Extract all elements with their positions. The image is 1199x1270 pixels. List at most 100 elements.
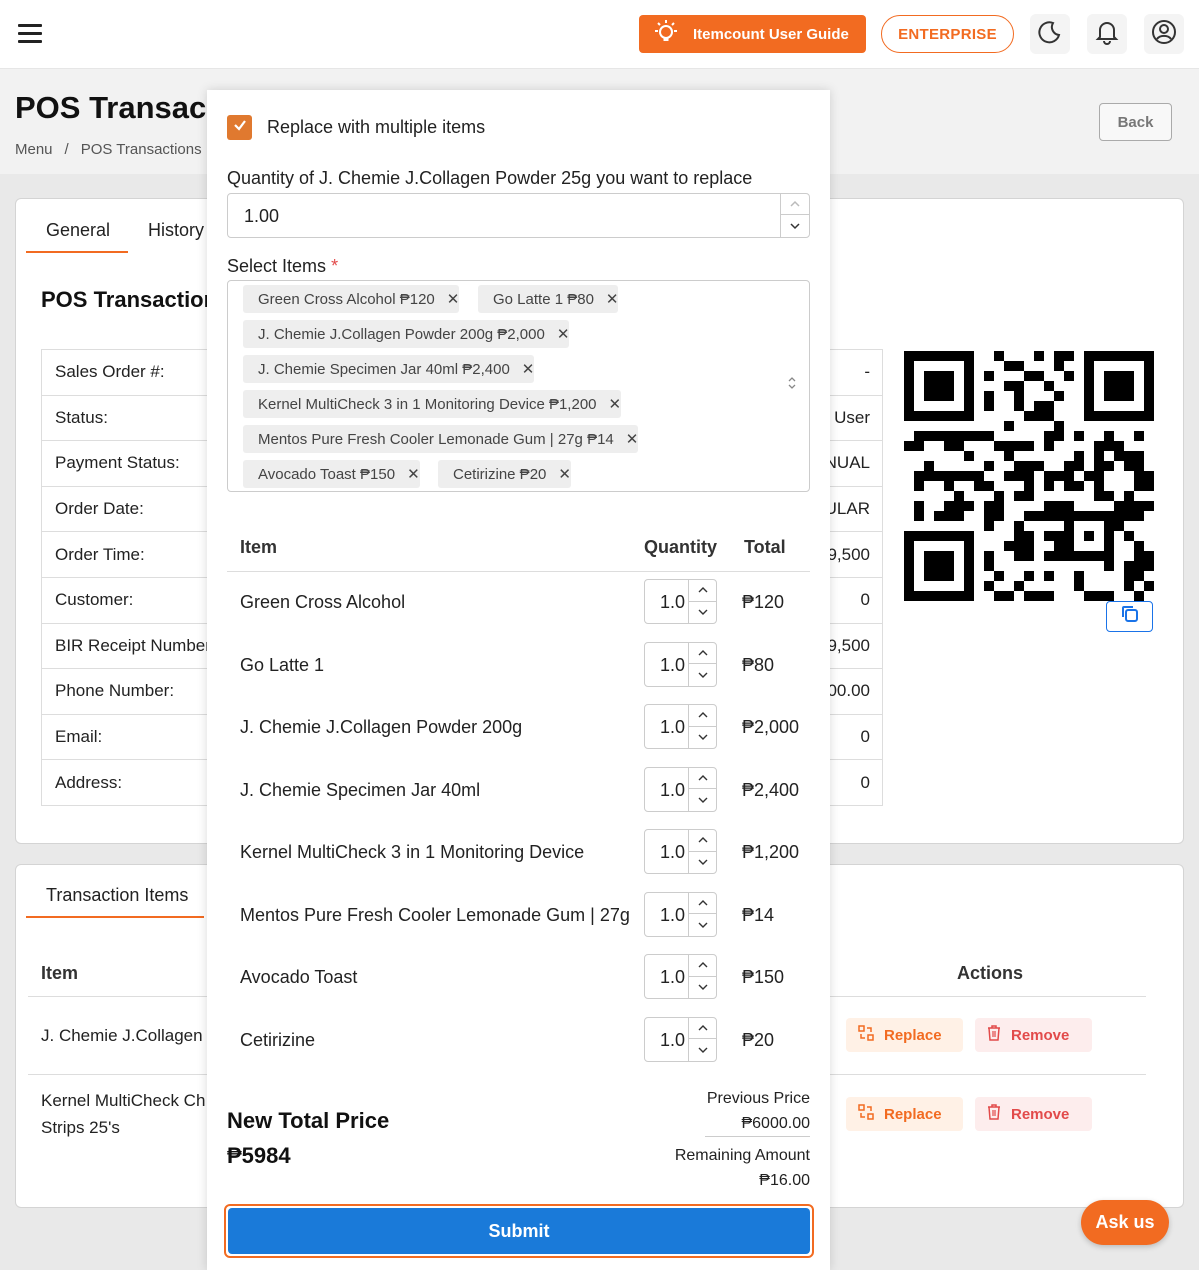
decrement-button[interactable] [689, 602, 716, 624]
trash-icon [987, 1025, 1001, 1045]
quantity-value: 1.0 [660, 967, 686, 987]
quantity-stepper[interactable]: 1.0 [644, 1016, 717, 1062]
remove-chip-icon[interactable]: ✕ [626, 430, 639, 448]
stepper-spinner [688, 892, 716, 936]
increment-button[interactable] [781, 194, 809, 215]
breadcrumb-menu[interactable]: Menu [15, 141, 53, 158]
menu-icon[interactable] [18, 24, 42, 44]
select-items-multiselect[interactable]: Green Cross Alcohol ₱120 ✕ Go Latte 1 ₱80… [227, 280, 810, 492]
bell-icon [1095, 19, 1119, 50]
stepper-spinner [688, 955, 716, 998]
trash-icon [987, 1104, 1001, 1124]
remaining-amount-value: ₱16.00 [759, 1172, 810, 1189]
increment-button[interactable] [689, 768, 716, 789]
ask-us-button[interactable]: Ask us [1081, 1200, 1169, 1245]
remove-chip-icon[interactable]: ✕ [407, 465, 420, 483]
item-total: ₱80 [742, 654, 775, 675]
page-title: POS Transac [15, 90, 207, 125]
replace-button[interactable]: Replace [846, 1097, 963, 1131]
quantity-input[interactable]: 1.00 [227, 193, 810, 238]
remove-button[interactable]: Remove [975, 1018, 1092, 1052]
increment-button[interactable] [689, 643, 716, 664]
remove-chip-icon[interactable]: ✕ [447, 290, 460, 308]
chip-label: Mentos Pure Fresh Cooler Lemonade Gum | … [258, 430, 614, 448]
quantity-stepper[interactable]: 1.0 [644, 766, 717, 812]
chip-label: J. Chemie Specimen Jar 40ml ₱2,400 [258, 360, 510, 378]
item-total: ₱120 [742, 592, 785, 612]
remove-chip-icon[interactable]: ✕ [606, 290, 619, 308]
quantity-stepper[interactable]: 1.0 [644, 704, 717, 749]
required-mark: * [331, 256, 339, 276]
quantity-value: 1.00 [244, 206, 280, 226]
previous-price-value: ₱6000.00 [741, 1115, 810, 1132]
info-label: Sales Order #: [42, 350, 208, 396]
dark-mode-toggle[interactable] [1030, 14, 1070, 54]
info-label: Phone Number: [42, 669, 208, 715]
breadcrumb-pos-transactions[interactable]: POS Transactions [81, 141, 202, 158]
quantity-spinner [780, 194, 809, 237]
back-button[interactable]: Back [1099, 103, 1172, 141]
tab-general[interactable]: General [46, 220, 110, 241]
copy-qr-button[interactable] [1106, 601, 1153, 632]
remove-chip-icon[interactable]: ✕ [558, 465, 571, 483]
remove-chip-icon[interactable]: ✕ [557, 325, 570, 343]
replace-button[interactable]: Replace [846, 1018, 963, 1052]
decrement-button[interactable] [781, 215, 809, 236]
quantity-value: 1.0 [660, 654, 686, 675]
multiple-items-label: Replace with multiple items [267, 117, 486, 137]
account-button[interactable] [1144, 14, 1184, 54]
multiple-items-checkbox[interactable] [227, 115, 252, 140]
decrement-button[interactable] [689, 1039, 716, 1061]
tab-active-indicator [26, 251, 128, 253]
remove-chip-icon[interactable]: ✕ [522, 360, 535, 378]
item-name: Green Cross Alcohol [240, 592, 406, 612]
card-title: POS Transaction [41, 287, 218, 312]
decrement-button[interactable] [689, 789, 716, 811]
quantity-stepper[interactable]: 1.0 [644, 579, 717, 624]
decrement-button[interactable] [689, 914, 716, 936]
decrement-button[interactable] [689, 977, 716, 999]
chip-label: Kernel MultiCheck 3 in 1 Monitoring Devi… [258, 395, 597, 413]
quantity-stepper[interactable]: 1.0 [644, 954, 717, 999]
item-total: ₱1,200 [742, 842, 800, 862]
increment-button[interactable] [689, 955, 716, 977]
submit-focus-ring: Submit [224, 1204, 814, 1258]
select-items-label-text: Select Items [227, 256, 327, 276]
item-name: J. Chemie J.Collagen Powder 200g [240, 717, 523, 737]
info-label: Order Time: [42, 532, 208, 578]
selected-item-chip: Green Cross Alcohol ₱120 ✕ [243, 285, 460, 313]
chip-label: Cetirizine ₱20 [453, 465, 547, 483]
stepper-spinner [688, 830, 716, 873]
increment-button[interactable] [689, 705, 716, 727]
select-toggle-icon[interactable] [787, 375, 797, 396]
increment-button[interactable] [689, 1018, 716, 1039]
notifications-button[interactable] [1087, 14, 1127, 54]
quantity-value: 1.0 [660, 904, 686, 925]
selected-item-chip: Go Latte 1 ₱80 ✕ [478, 285, 619, 313]
user-guide-button[interactable]: Itemcount User Guide [639, 15, 866, 53]
qr-code [898, 345, 1160, 633]
decrement-button[interactable] [689, 727, 716, 749]
column-header-item: Item [41, 963, 79, 983]
transaction-item-name-line2: Strips 25's [41, 1118, 120, 1137]
transaction-item-name: Kernel MultiCheck Ch [41, 1091, 206, 1110]
quantity-stepper[interactable]: 1.0 [644, 829, 717, 874]
enterprise-button[interactable]: ENTERPRISE [881, 15, 1014, 53]
quantity-stepper[interactable]: 1.0 [644, 891, 717, 937]
remaining-amount-label: Remaining Amount [674, 1147, 810, 1164]
remove-chip-icon[interactable]: ✕ [609, 395, 622, 413]
decrement-button[interactable] [689, 664, 716, 686]
chip-label: Avocado Toast ₱150 [258, 465, 396, 483]
increment-button[interactable] [689, 830, 716, 852]
column-header-actions: Actions [957, 963, 1024, 983]
quantity-stepper[interactable]: 1.0 [644, 641, 717, 687]
increment-button[interactable] [689, 580, 716, 602]
submit-button[interactable]: Submit [228, 1208, 810, 1254]
item-total: ₱150 [742, 967, 785, 987]
tab-transaction-items[interactable]: Transaction Items [46, 885, 188, 906]
tab-history[interactable]: History [148, 220, 204, 241]
decrement-button[interactable] [689, 852, 716, 874]
increment-button[interactable] [689, 893, 716, 914]
remove-button[interactable]: Remove [975, 1097, 1092, 1131]
info-label: Customer: [42, 578, 208, 624]
